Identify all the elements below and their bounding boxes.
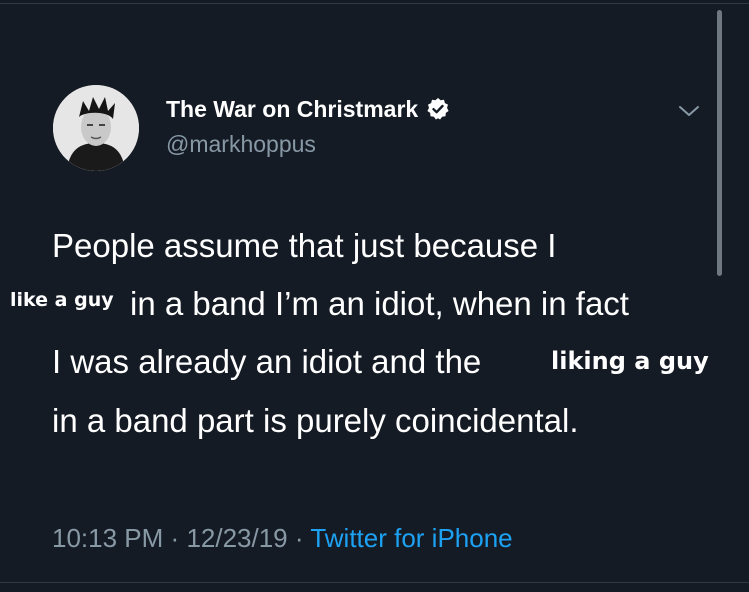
tweet-line-3: I was already an idiot and the [52, 343, 482, 380]
user-handle[interactable]: @markhoppus [166, 130, 316, 158]
overlay-caption-like-a-guy: like a guy [10, 289, 114, 311]
scrollbar[interactable] [717, 10, 722, 276]
overlay-caption-liking-a-guy: liking a guy [551, 347, 709, 375]
avatar-photo-icon [53, 85, 139, 171]
tweet-date: 12/23/19 [186, 523, 288, 553]
tweet-line-1: People assume that just because I [52, 227, 557, 264]
separator-dot: · [170, 523, 180, 553]
tweet-line-2: in a band I’m an idiot, when in fact [130, 285, 629, 322]
tweet-metadata: 10:13 PM · 12/23/19 · Twitter for iPhone [52, 522, 513, 554]
chevron-down-icon[interactable] [678, 104, 700, 118]
avatar[interactable] [53, 85, 139, 171]
display-name[interactable]: The War on Christmark [166, 95, 450, 123]
top-divider [0, 3, 749, 4]
tweet-time: 10:13 PM [52, 523, 164, 553]
display-name-text: The War on Christmark [166, 96, 419, 122]
bottom-divider [0, 582, 749, 583]
tweet-line-4: in a band part is purely coincidental. [52, 402, 579, 439]
separator-dot: · [294, 523, 304, 553]
verified-badge-icon [426, 97, 450, 121]
tweet-source-link[interactable]: Twitter for iPhone [310, 523, 512, 553]
